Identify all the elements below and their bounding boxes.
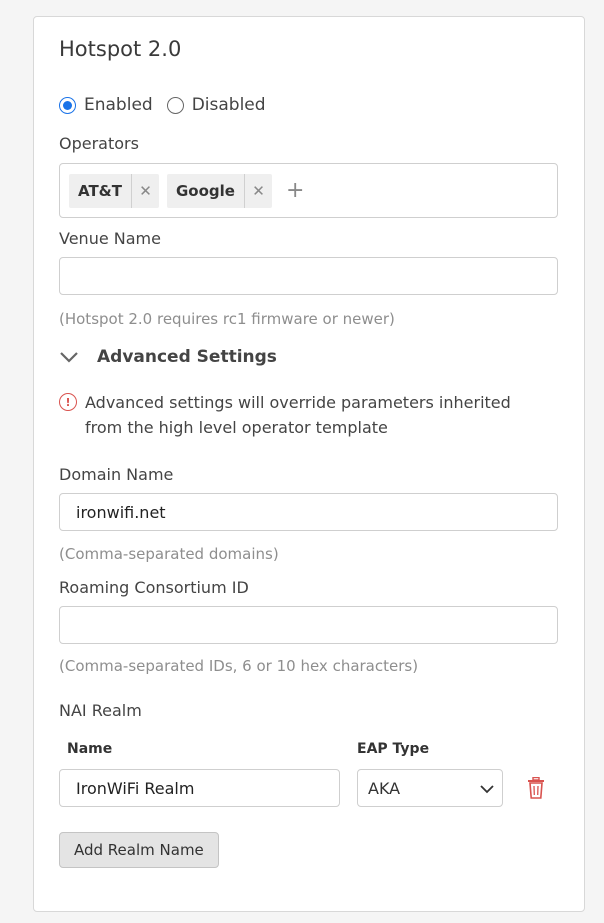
remove-tag-icon[interactable]: ✕ <box>131 173 159 208</box>
roaming-consortium-hint: (Comma-separated IDs, 6 or 10 hex charac… <box>59 657 419 675</box>
eap-type-column-header: EAP Type <box>357 741 430 757</box>
warning-text: Advanced settings will override paramete… <box>85 390 511 440</box>
domain-name-input[interactable] <box>59 493 558 531</box>
operator-tag-label: Google <box>176 181 235 200</box>
operators-tag-input[interactable]: AT&T ✕ Google ✕ + <box>59 163 558 218</box>
disabled-radio[interactable] <box>166 96 184 114</box>
enabled-radio[interactable] <box>59 96 76 114</box>
enabled-label[interactable]: Enabled <box>84 95 153 115</box>
eap-type-select[interactable]: AKA <box>357 769 503 807</box>
warning-line: from the high level operator template <box>85 418 388 437</box>
venue-name-label: Venue Name <box>59 229 161 248</box>
eap-type-value: AKA <box>368 778 401 798</box>
realm-name-input[interactable] <box>59 769 340 807</box>
advanced-warning: ! Advanced settings will override parame… <box>59 390 539 440</box>
venue-name-hint: (Hotspot 2.0 requires rc1 firmware or ne… <box>59 310 395 328</box>
add-operator-icon[interactable]: + <box>286 178 304 203</box>
operator-tag: AT&T ✕ <box>69 173 159 208</box>
operator-tag: Google ✕ <box>167 173 272 208</box>
page-background: Hotspot 2.0 Enabled Disabled Operators A… <box>0 0 604 923</box>
trash-icon[interactable] <box>527 776 545 799</box>
roaming-consortium-input[interactable] <box>59 606 558 644</box>
nai-realm-label: NAI Realm <box>59 701 142 720</box>
section-title: Hotspot 2.0 <box>59 37 182 61</box>
advanced-settings-title: Advanced Settings <box>97 347 277 367</box>
realm-name-column-header: Name <box>67 741 113 757</box>
venue-name-input[interactable] <box>59 257 558 295</box>
status-radio-group: Enabled Disabled <box>59 95 280 115</box>
operators-label: Operators <box>59 134 139 153</box>
roaming-consortium-label: Roaming Consortium ID <box>59 578 249 597</box>
disabled-label[interactable]: Disabled <box>192 95 266 115</box>
chevron-down-icon <box>480 779 494 798</box>
advanced-settings-toggle[interactable]: Advanced Settings <box>59 347 277 367</box>
warning-icon: ! <box>59 393 77 411</box>
domain-name-hint: (Comma-separated domains) <box>59 545 279 563</box>
add-realm-name-button[interactable]: Add Realm Name <box>59 832 219 868</box>
chevron-down-icon <box>59 351 81 363</box>
remove-tag-icon[interactable]: ✕ <box>243 173 272 208</box>
hotspot-settings-card: Hotspot 2.0 Enabled Disabled Operators A… <box>33 16 585 912</box>
warning-line: Advanced settings will override paramete… <box>85 393 511 412</box>
operator-tag-label: AT&T <box>78 181 122 200</box>
domain-name-label: Domain Name <box>59 465 174 484</box>
